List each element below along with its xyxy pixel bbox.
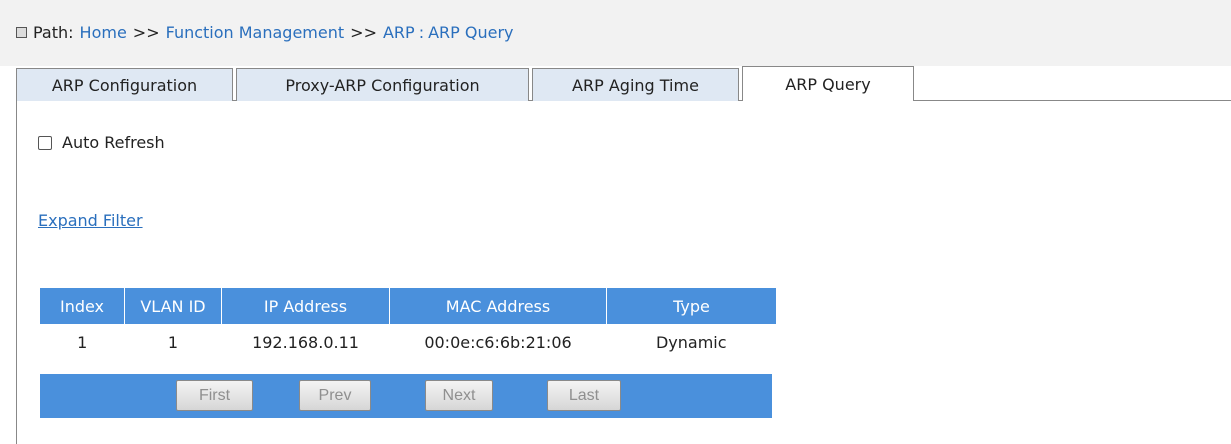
column-header-ip-address: IP Address: [221, 288, 390, 324]
breadcrumb-separator: >>: [350, 22, 377, 42]
first-page-button[interactable]: First: [176, 380, 253, 411]
cell-type: Dynamic: [606, 324, 776, 360]
tab-arp-configuration[interactable]: ARP Configuration: [16, 68, 233, 101]
breadcrumb-function-management[interactable]: Function Management: [166, 23, 345, 42]
content-border: [16, 100, 17, 444]
column-header-mac-address: MAC Address: [389, 288, 607, 324]
auto-refresh: Auto Refresh: [38, 133, 165, 152]
tab-proxy-arp-configuration[interactable]: Proxy-ARP Configuration: [236, 68, 529, 101]
breadcrumb-label: Path:: [33, 22, 74, 42]
pagination-bar: First Prev Next Last: [40, 374, 772, 418]
auto-refresh-label: Auto Refresh: [62, 133, 165, 152]
cell-vlan-id: 1: [124, 324, 222, 360]
breadcrumb-arp-query[interactable]: ARP Query: [428, 23, 513, 42]
breadcrumb-colon: :: [418, 22, 425, 42]
cell-index: 1: [40, 324, 125, 360]
next-page-button[interactable]: Next: [425, 380, 493, 411]
breadcrumb-separator: >>: [132, 22, 160, 42]
square-icon: [16, 26, 27, 38]
table-row: 1 1 192.168.0.11 00:0e:c6:6b:21:06 Dynam…: [40, 324, 776, 360]
column-header-type: Type: [606, 288, 776, 324]
tab-arp-query[interactable]: ARP Query: [742, 66, 914, 101]
cell-ip-address: 192.168.0.11: [221, 324, 390, 360]
tab-bar: ARP Configuration Proxy-ARP Configuratio…: [16, 66, 917, 101]
arp-table: Index VLAN ID IP Address MAC Address Typ…: [40, 288, 776, 360]
breadcrumb: Path: Home >> Function Management >> ARP…: [16, 22, 514, 42]
breadcrumb-arp[interactable]: ARP: [383, 23, 415, 42]
expand-filter-link[interactable]: Expand Filter: [38, 211, 143, 230]
auto-refresh-checkbox[interactable]: [38, 135, 52, 150]
table-header-row: Index VLAN ID IP Address MAC Address Typ…: [40, 288, 776, 324]
tab-arp-aging-time[interactable]: ARP Aging Time: [532, 68, 739, 101]
last-page-button[interactable]: Last: [547, 380, 621, 411]
cell-mac-address: 00:0e:c6:6b:21:06: [389, 324, 607, 360]
column-header-index: Index: [40, 288, 125, 324]
column-header-vlan-id: VLAN ID: [124, 288, 222, 324]
prev-page-button[interactable]: Prev: [299, 380, 371, 411]
breadcrumb-home[interactable]: Home: [80, 23, 127, 42]
